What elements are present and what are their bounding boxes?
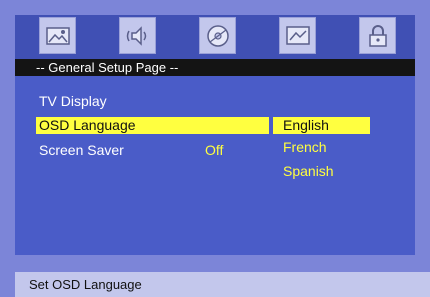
menu-item-osd-language[interactable]: OSD Language [39, 116, 136, 134]
option-spanish[interactable]: Spanish [283, 162, 334, 180]
tab-password[interactable] [359, 17, 396, 54]
osd-frame: -- General Setup Page -- TV Display OSD … [0, 0, 430, 297]
tab-general[interactable] [39, 17, 76, 54]
disc-icon [206, 24, 229, 47]
status-bar: Set OSD Language [15, 272, 430, 297]
option-english[interactable]: English [283, 116, 329, 134]
page-title-text: -- General Setup Page -- [36, 60, 179, 75]
picture-icon [45, 26, 70, 45]
menu-panel: TV Display OSD Language Screen Saver Off… [15, 76, 415, 255]
image-icon [285, 25, 310, 45]
tab-audio[interactable] [119, 17, 156, 54]
setup-tab-bar [15, 15, 415, 59]
tab-video[interactable] [199, 17, 236, 54]
speaker-icon [126, 25, 146, 46]
option-french[interactable]: French [283, 138, 327, 156]
menu-item-tv-display[interactable]: TV Display [39, 92, 107, 110]
page-title: -- General Setup Page -- [15, 59, 415, 76]
screen-saver-value: Off [205, 142, 224, 158]
tab-preference[interactable] [279, 17, 316, 54]
menu-item-screen-saver[interactable]: Screen Saver [39, 141, 124, 159]
lock-icon [368, 24, 387, 47]
status-text: Set OSD Language [29, 277, 142, 292]
